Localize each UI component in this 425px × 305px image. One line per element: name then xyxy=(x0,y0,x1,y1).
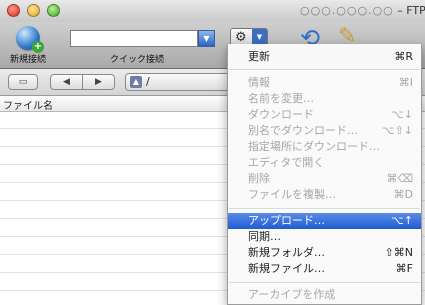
menu-item-upload[interactable]: アップロード… ⌥↑ xyxy=(228,213,421,229)
menu-item-download[interactable]: ダウンロード ⌥↓ xyxy=(228,107,421,123)
path-popup[interactable]: ▲ / xyxy=(125,73,235,91)
quick-connect-input[interactable] xyxy=(70,30,198,47)
chevron-down-icon: ▼ xyxy=(203,34,210,43)
menu-item-info[interactable]: 情報 ⌘I xyxy=(228,75,421,91)
window-title-app: – FTP xyxy=(393,4,425,17)
globe-icon: + xyxy=(16,26,44,53)
menu-item-refresh[interactable]: 更新 ⌘R xyxy=(228,49,421,65)
back-arrow-icon: ◀ xyxy=(63,77,70,87)
menu-item-download-as[interactable]: 別名でダウンロード… ⌥⇧↓ xyxy=(228,123,421,139)
chevron-down-icon: ▼ xyxy=(252,29,267,45)
menu-item-open-in-editor[interactable]: エディタで開く xyxy=(228,155,421,171)
column-header-label: ファイル名 xyxy=(3,101,53,112)
minimize-window-button[interactable] xyxy=(27,4,40,17)
menu-item-rename[interactable]: 名前を変更… xyxy=(228,91,421,107)
forward-arrow-icon: ▶ xyxy=(95,77,102,87)
menu-item-delete[interactable]: 削除 ⌘⌫ xyxy=(228,171,421,187)
current-path: / xyxy=(146,75,150,88)
menu-separator xyxy=(229,69,420,70)
quick-connect-label: クイック接続 xyxy=(110,55,165,65)
menu-item-create-archive[interactable]: アーカイブを作成 xyxy=(228,287,421,303)
menu-separator xyxy=(229,282,420,283)
title-bar: ○○○.○○○.○○ – FTP xyxy=(0,0,425,22)
plus-badge-icon: + xyxy=(32,41,44,53)
window-title: ○○○.○○○.○○ – FTP xyxy=(300,4,425,17)
new-connection-button[interactable]: + 新規接続 xyxy=(6,26,50,66)
action-dropdown-menu: 更新 ⌘R 情報 ⌘I 名前を変更… ダウンロード ⌥↓ 別名でダウンロード… … xyxy=(227,44,422,305)
zoom-window-button[interactable] xyxy=(47,4,60,17)
menu-item-new-folder[interactable]: 新規フォルダ… ⇧⌘N xyxy=(228,245,421,261)
server-drive-icon: ▲ xyxy=(130,76,142,88)
quick-connect-dropdown-button[interactable]: ▼ xyxy=(198,30,215,47)
close-window-button[interactable] xyxy=(7,4,20,17)
bookmarks-button[interactable]: ▭ xyxy=(8,74,38,90)
menu-item-sync[interactable]: 同期… xyxy=(228,229,421,245)
menu-item-download-to[interactable]: 指定場所にダウンロード… xyxy=(228,139,421,155)
back-button[interactable]: ◀ xyxy=(50,74,83,90)
menu-item-duplicate[interactable]: ファイルを複製… ⌘D xyxy=(228,187,421,203)
forward-button[interactable]: ▶ xyxy=(82,74,115,90)
new-connection-label: 新規接続 xyxy=(9,55,46,65)
menu-separator xyxy=(229,208,420,209)
window-title-host: ○○○.○○○.○○ xyxy=(300,4,394,17)
ftp-window: ○○○.○○○.○○ – FTP + 新規接続 ▼ クイック接続 ⚙ ▼ ⟲ ✎… xyxy=(0,0,425,305)
quick-connect-combo: ▼ xyxy=(70,30,215,47)
book-icon: ▭ xyxy=(18,77,28,87)
menu-item-new-file[interactable]: 新規ファイル… ⌘F xyxy=(228,261,421,277)
